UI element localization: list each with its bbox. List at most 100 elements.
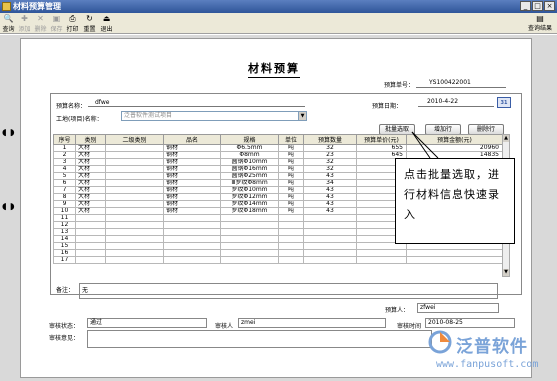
grid-cell[interactable]: [163, 249, 221, 257]
grid-cell[interactable]: [105, 158, 164, 166]
grid-cell[interactable]: 钢材: [163, 151, 221, 159]
grid-cell[interactable]: [163, 242, 221, 250]
calendar-icon[interactable]: 31: [497, 97, 511, 108]
grid-cell[interactable]: [75, 228, 106, 236]
grid-cell[interactable]: 大材: [75, 144, 106, 152]
grid-cell[interactable]: [356, 256, 407, 264]
grid-cell[interactable]: 43: [303, 172, 357, 180]
grid-cell[interactable]: [75, 214, 106, 222]
grid-cell[interactable]: 大材: [75, 200, 106, 208]
grid-cell[interactable]: 3: [53, 158, 76, 166]
grid-cell[interactable]: 7: [53, 186, 76, 194]
grid-cell[interactable]: [278, 256, 304, 264]
toolbar-search-button[interactable]: 🔍 查询: [1, 14, 16, 33]
grid-cell[interactable]: Φ8mm: [220, 151, 279, 159]
grid-cell[interactable]: 大材: [75, 207, 106, 215]
close-icon[interactable]: ×: [544, 1, 555, 11]
grid-cell[interactable]: [220, 221, 279, 229]
scroll-down-icon[interactable]: ▼: [503, 269, 509, 276]
grid-cell[interactable]: 钢材: [163, 200, 221, 208]
grid-cell[interactable]: 大材: [75, 151, 106, 159]
grid-cell[interactable]: [75, 235, 106, 243]
grid-cell[interactable]: 圆钢Φ10mm: [220, 158, 279, 166]
grid-cell[interactable]: 43: [303, 200, 357, 208]
grid-cell[interactable]: [220, 214, 279, 222]
remark-textarea[interactable]: 无: [79, 283, 498, 299]
preparer-field[interactable]: zfwei: [417, 303, 499, 313]
grid-cell[interactable]: [105, 193, 164, 201]
grid-cell[interactable]: 43: [303, 207, 357, 215]
grid-cell[interactable]: [105, 214, 164, 222]
grid-cell[interactable]: 圆钢Φ25mm: [220, 172, 279, 180]
grid-column-header[interactable]: 类别: [75, 134, 106, 145]
scroll-up-icon[interactable]: ▲: [503, 135, 509, 142]
table-row[interactable]: 16: [53, 249, 503, 257]
grid-cell[interactable]: [220, 242, 279, 250]
grid-cell[interactable]: 大材: [75, 158, 106, 166]
table-row[interactable]: 17: [53, 256, 503, 264]
grid-cell[interactable]: 钢材: [163, 207, 221, 215]
grid-column-header[interactable]: 预算单价(元): [356, 134, 407, 145]
grid-cell[interactable]: 罗纹Φ14mm: [220, 200, 279, 208]
grid-cell[interactable]: 吨: [278, 179, 304, 187]
toolbar-save-button[interactable]: ▣ 保存: [49, 14, 64, 33]
grid-cell[interactable]: 钢材: [163, 158, 221, 166]
grid-cell[interactable]: 罗纹Φ10mm: [220, 186, 279, 194]
approval-time-field[interactable]: 2010-08-25: [425, 318, 515, 328]
grid-cell[interactable]: 圆钢Φ16mm: [220, 165, 279, 173]
grid-cell[interactable]: [105, 172, 164, 180]
grid-cell[interactable]: 吨: [278, 193, 304, 201]
maximize-icon[interactable]: □: [532, 1, 543, 11]
grid-cell[interactable]: 23: [303, 151, 357, 159]
grid-cell[interactable]: [278, 214, 304, 222]
budget-name-field[interactable]: dfwe: [95, 99, 109, 106]
grid-cell[interactable]: [105, 235, 164, 243]
grid-cell[interactable]: 8: [53, 193, 76, 201]
grid-cell[interactable]: [278, 242, 304, 250]
minimize-icon[interactable]: _: [520, 1, 531, 11]
toolbar-delete-button[interactable]: ✕ 删除: [33, 14, 48, 33]
grid-cell[interactable]: [75, 249, 106, 257]
grid-cell[interactable]: 10: [53, 207, 76, 215]
grid-cell[interactable]: [105, 221, 164, 229]
grid-cell[interactable]: 1: [53, 144, 76, 152]
grid-cell[interactable]: 11: [53, 214, 76, 222]
grid-cell[interactable]: [105, 207, 164, 215]
grid-cell[interactable]: 32: [303, 165, 357, 173]
grid-cell[interactable]: 9: [53, 200, 76, 208]
grid-column-header[interactable]: 规格: [220, 134, 279, 145]
grid-cell[interactable]: [303, 221, 357, 229]
grid-cell[interactable]: 钢材: [163, 186, 221, 194]
grid-cell[interactable]: [105, 151, 164, 159]
grid-cell[interactable]: [105, 249, 164, 257]
budget-date-field[interactable]: 2010-4-22: [427, 98, 458, 105]
grid-cell[interactable]: [220, 235, 279, 243]
grid-cell[interactable]: 5: [53, 172, 76, 180]
grid-cell[interactable]: [303, 228, 357, 236]
grid-column-header[interactable]: 序号: [53, 134, 76, 145]
grid-cell[interactable]: [303, 235, 357, 243]
grid-cell[interactable]: [75, 242, 106, 250]
grid-cell[interactable]: [105, 228, 164, 236]
grid-cell[interactable]: [163, 228, 221, 236]
grid-cell[interactable]: 655: [356, 144, 407, 152]
grid-cell[interactable]: 32: [303, 144, 357, 152]
grid-cell[interactable]: [220, 249, 279, 257]
grid-cell[interactable]: 大材: [75, 165, 106, 173]
grid-cell[interactable]: 大材: [75, 193, 106, 201]
grid-cell[interactable]: [105, 200, 164, 208]
approval-opinion-textarea[interactable]: [87, 330, 432, 348]
grid-cell[interactable]: [406, 249, 503, 257]
grid-cell[interactable]: 15: [53, 242, 76, 250]
grid-cell[interactable]: 吨: [278, 165, 304, 173]
grid-cell[interactable]: 吨: [278, 144, 304, 152]
grid-cell[interactable]: 大材: [75, 179, 106, 187]
grid-cell[interactable]: [75, 221, 106, 229]
grid-cell[interactable]: 13: [53, 228, 76, 236]
toolbar-add-button[interactable]: ✚ 添加: [17, 14, 32, 33]
grid-cell[interactable]: Ⅲ罗纹Φ8mm: [220, 179, 279, 187]
grid-cell[interactable]: [278, 249, 304, 257]
grid-cell[interactable]: [303, 242, 357, 250]
grid-cell[interactable]: 12: [53, 221, 76, 229]
grid-cell[interactable]: [220, 228, 279, 236]
